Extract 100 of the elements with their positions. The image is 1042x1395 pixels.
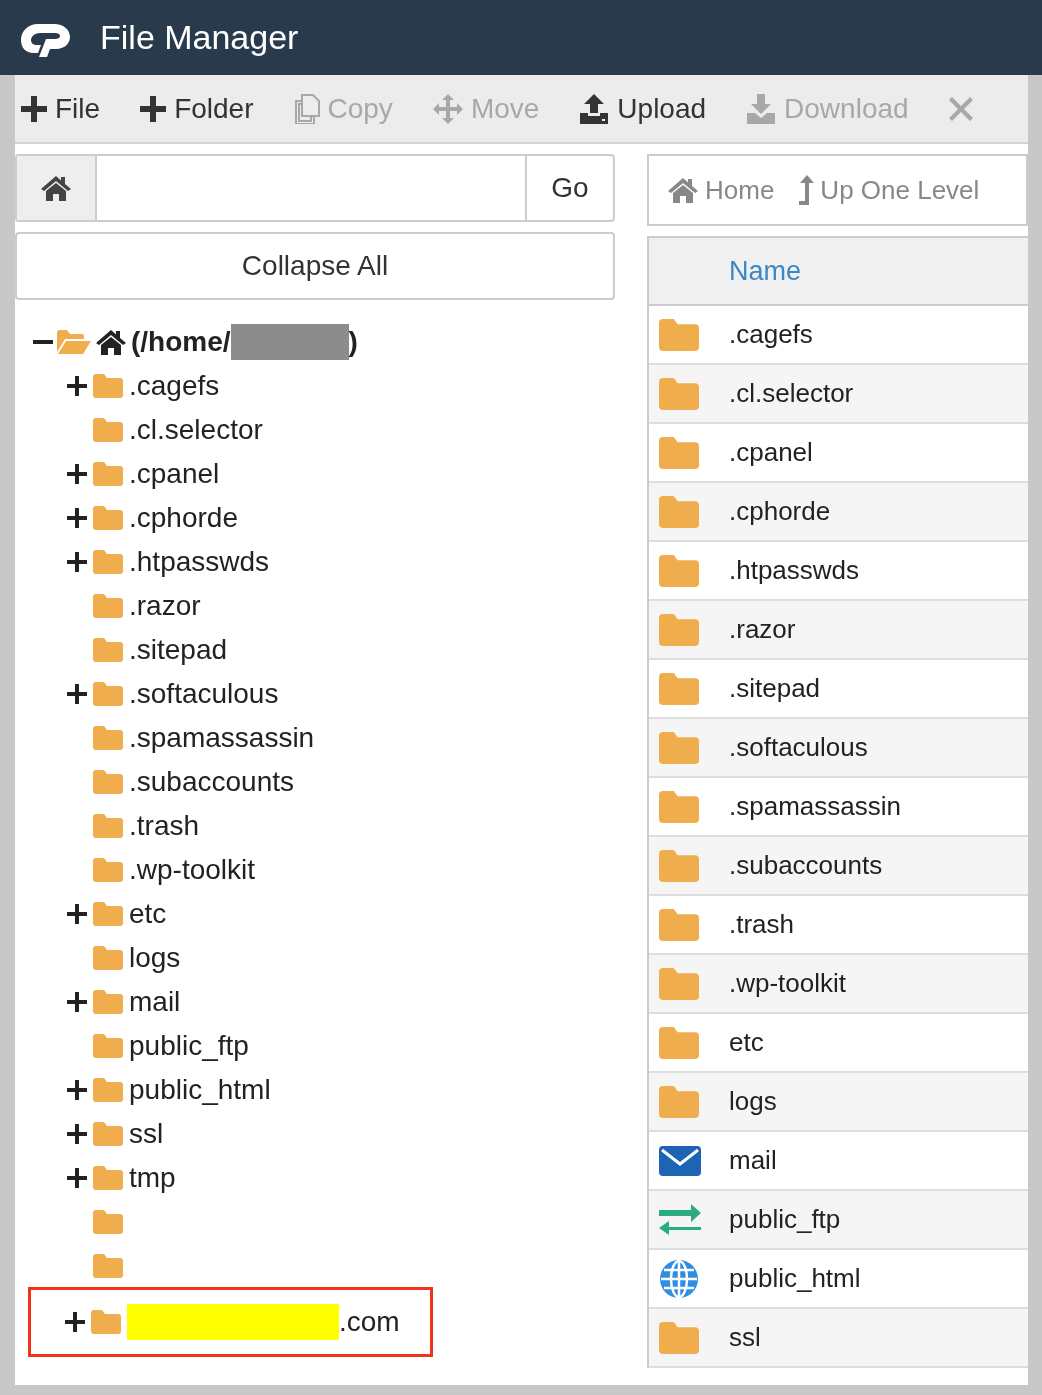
tree-item[interactable]: ssl bbox=[129, 1113, 164, 1155]
file-name: .razor bbox=[729, 613, 796, 646]
tree-item[interactable]: .sitepad bbox=[129, 629, 228, 671]
tree-item[interactable]: .spamassassin bbox=[129, 717, 315, 759]
file-name: .spamassassin bbox=[729, 790, 901, 823]
folder-icon bbox=[93, 374, 123, 398]
folder-icon bbox=[93, 1210, 123, 1234]
folder-icon bbox=[93, 990, 123, 1014]
home-button[interactable] bbox=[17, 156, 97, 220]
folder-icon bbox=[93, 682, 123, 706]
file-name: .cl.selector bbox=[729, 377, 854, 410]
file-name: public_html bbox=[729, 1262, 861, 1295]
app-title: File Manager bbox=[100, 17, 299, 58]
folder-icon bbox=[659, 908, 699, 941]
tree-item[interactable]: .cpanel bbox=[129, 453, 220, 495]
folder-icon bbox=[93, 770, 123, 794]
collapse-icon bbox=[33, 339, 53, 345]
folder-icon bbox=[659, 672, 699, 705]
tree-item[interactable]: .wp-toolkit bbox=[129, 849, 256, 891]
tree-item[interactable]: logs bbox=[129, 937, 181, 979]
folder-icon bbox=[659, 495, 699, 528]
root-folder-label[interactable]: ) bbox=[348, 321, 358, 363]
toolbar-button[interactable]: Upload bbox=[579, 87, 707, 130]
tree-item[interactable]: .cl.selector bbox=[129, 409, 263, 451]
folder-icon bbox=[659, 731, 699, 764]
collapse-all-button[interactable]: Collapse All bbox=[15, 232, 615, 300]
table-row[interactable]: ssl bbox=[649, 1309, 1028, 1368]
folder-icon bbox=[93, 418, 123, 442]
table-row[interactable]: public_ftp bbox=[649, 1191, 1028, 1250]
folder-icon bbox=[659, 554, 699, 587]
file-name: .cagefs bbox=[729, 318, 813, 351]
close-icon bbox=[948, 96, 973, 121]
file-name: .subaccounts bbox=[729, 849, 883, 882]
tree-item[interactable]: .softaculous bbox=[129, 673, 279, 715]
toolbar-button[interactable]: File bbox=[21, 87, 101, 130]
folder-icon bbox=[659, 318, 699, 351]
folder-icon bbox=[659, 790, 699, 823]
folder-icon bbox=[93, 550, 123, 574]
home-icon bbox=[40, 174, 72, 202]
table-row[interactable]: .softaculous bbox=[649, 719, 1028, 778]
file-name: public_ftp bbox=[729, 1203, 841, 1236]
folder-icon bbox=[659, 436, 699, 469]
tree-item[interactable]: .razor bbox=[129, 585, 201, 627]
tree-item[interactable]: public_html bbox=[129, 1069, 271, 1111]
table-row[interactable]: .razor bbox=[649, 601, 1028, 660]
file-name: logs bbox=[729, 1085, 777, 1118]
table-row[interactable]: logs bbox=[649, 1073, 1028, 1132]
file-name: etc bbox=[729, 1026, 764, 1059]
folder-icon bbox=[93, 726, 123, 750]
folder-icon bbox=[93, 946, 123, 970]
folder-icon bbox=[93, 1078, 123, 1102]
folder-icon bbox=[659, 613, 699, 646]
table-row[interactable]: .subaccounts bbox=[649, 837, 1028, 896]
open-folder-icon bbox=[57, 330, 91, 354]
folder-icon bbox=[93, 638, 123, 662]
copy-icon bbox=[293, 93, 320, 124]
file-name: .trash bbox=[729, 908, 795, 941]
file-name: ssl bbox=[729, 1321, 761, 1354]
tree-item[interactable]: .cagefs bbox=[129, 365, 220, 407]
tree-item[interactable]: etc bbox=[129, 893, 167, 935]
file-name: .htpasswds bbox=[729, 554, 860, 587]
root-folder-label[interactable]: (/home/ bbox=[131, 321, 231, 363]
up-one-level-button[interactable]: Up One Level bbox=[796, 170, 980, 210]
folder-icon bbox=[93, 1034, 123, 1058]
plus-icon bbox=[140, 95, 167, 122]
folder-icon bbox=[93, 858, 123, 882]
folder-icon bbox=[659, 1085, 699, 1118]
go-button[interactable]: Go bbox=[525, 156, 613, 220]
move-icon bbox=[432, 93, 463, 124]
tree-item[interactable]: .htpasswds bbox=[129, 541, 270, 583]
tree-item[interactable]: mail bbox=[129, 981, 181, 1023]
folder-icon bbox=[93, 1254, 123, 1278]
toolbar-button[interactable]: Folder bbox=[140, 87, 254, 130]
table-row[interactable]: .wp-toolkit bbox=[649, 955, 1028, 1014]
home-icon bbox=[95, 328, 127, 356]
file-name: .softaculous bbox=[729, 731, 868, 764]
transfer-arrows-icon bbox=[659, 1203, 701, 1236]
folder-icon bbox=[93, 462, 123, 486]
upload-icon bbox=[579, 93, 610, 124]
tree-item[interactable]: .subaccounts bbox=[129, 761, 294, 803]
file-name: .sitepad bbox=[729, 672, 821, 705]
folder-icon bbox=[659, 967, 699, 1000]
tree-item[interactable]: .cphorde bbox=[129, 497, 238, 539]
file-name: .wp-toolkit bbox=[729, 967, 847, 1000]
tree-item[interactable]: tmp bbox=[129, 1157, 176, 1199]
table-row[interactable]: .cphorde bbox=[649, 483, 1028, 542]
tree-item[interactable]: .com bbox=[339, 1301, 400, 1343]
envelope-icon bbox=[659, 1145, 701, 1176]
home-icon bbox=[667, 176, 699, 204]
table-row[interactable]: .cl.selector bbox=[649, 365, 1028, 424]
file-name: .cphorde bbox=[729, 495, 831, 528]
download-icon bbox=[746, 93, 777, 124]
home-nav-button[interactable]: Home bbox=[667, 170, 775, 210]
tree-item[interactable]: .trash bbox=[129, 805, 200, 847]
folder-icon bbox=[659, 377, 699, 410]
folder-icon bbox=[93, 1122, 123, 1146]
folder-icon bbox=[93, 594, 123, 618]
folder-icon bbox=[93, 814, 123, 838]
folder-icon bbox=[659, 849, 699, 882]
tree-item[interactable]: public_ftp bbox=[129, 1025, 249, 1067]
